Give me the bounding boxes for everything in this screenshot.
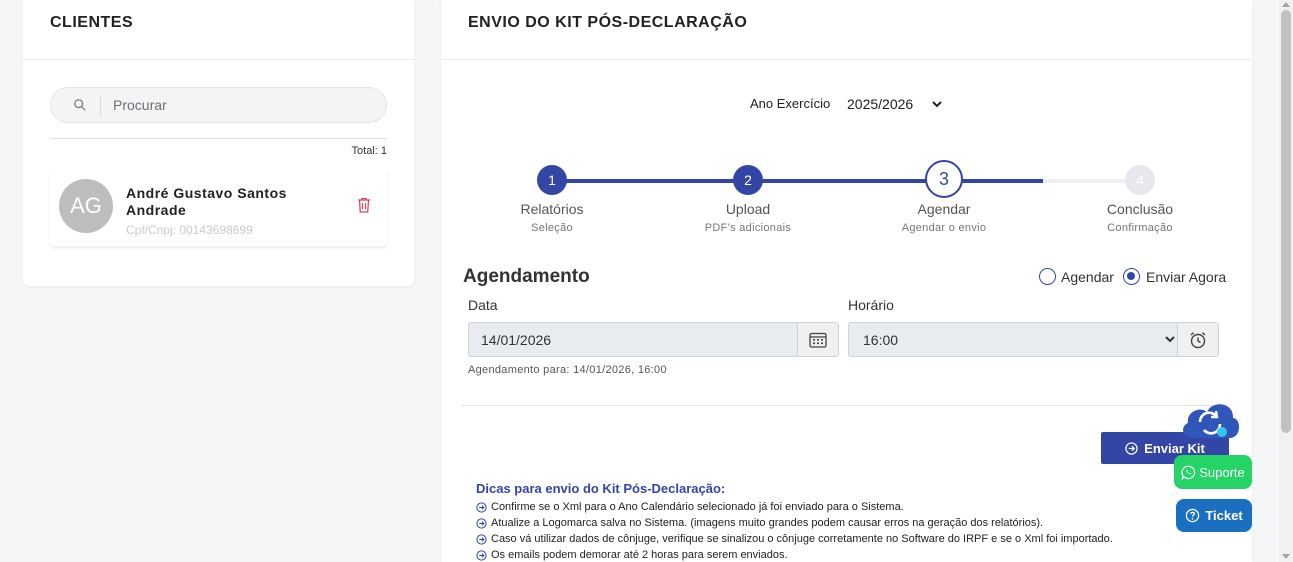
tip-text: Caso vá utilizar dados de cônjuge, verif… — [491, 533, 1113, 545]
send-kit-label: Enviar Kit — [1144, 440, 1205, 456]
client-list-item[interactable]: AG André Gustavo Santos Andrade Cpf/Cnpj… — [50, 168, 387, 246]
scrollbar[interactable] — [1279, 0, 1293, 562]
calendar-button[interactable] — [797, 323, 838, 356]
cloud-sync-widget[interactable] — [1178, 398, 1242, 440]
ticket-button[interactable]: Ticket — [1176, 499, 1252, 532]
divider — [441, 59, 1252, 60]
support-label: Suporte — [1199, 464, 1245, 480]
step-3-label: Agendar — [917, 201, 971, 217]
alarm-button[interactable] — [1177, 323, 1218, 356]
arrow-circle-icon — [476, 517, 487, 529]
whatsapp-icon — [1181, 465, 1196, 480]
date-field[interactable] — [468, 322, 839, 357]
scroll-thumb[interactable] — [1281, 10, 1291, 433]
clients-title: CLIENTES — [50, 14, 134, 31]
client-doc: Cpf/Cnpj: 00143698699 — [126, 223, 253, 237]
avatar: AG — [59, 179, 113, 233]
divider — [23, 59, 414, 60]
step-3-circle[interactable]: 3 — [925, 160, 963, 198]
clients-panel: CLIENTES Total: 1 AG André Gustavo Santo… — [23, 0, 414, 286]
scroll-down-arrow[interactable] — [1282, 554, 1290, 559]
step-2-sub: PDF's adicionais — [704, 222, 792, 234]
year-label: Ano Exercício — [750, 96, 831, 111]
support-button[interactable]: Suporte — [1174, 455, 1252, 489]
date-label: Data — [468, 297, 498, 313]
date-input[interactable] — [469, 323, 797, 356]
radio-schedule-label: Agendar — [1061, 269, 1114, 285]
arrow-circle-icon — [476, 533, 487, 545]
tip-text: Os emails podem demorar até 2 horas para… — [491, 549, 788, 561]
search-box[interactable] — [50, 87, 387, 123]
kit-panel: ENVIO DO KIT PÓS-DECLARAÇÃO Ano Exercíci… — [441, 0, 1252, 562]
page-title: ENVIO DO KIT PÓS-DECLARAÇÃO — [468, 14, 748, 31]
year-select[interactable]: 2025/2026 — [837, 90, 945, 118]
step-2-label: Upload — [725, 201, 771, 217]
tip-item: Caso vá utilizar dados de cônjuge, verif… — [476, 533, 1113, 545]
time-field[interactable]: 16:00 — [848, 322, 1219, 357]
arrow-circle-icon — [476, 501, 487, 513]
trash-icon[interactable] — [356, 196, 372, 214]
divider — [462, 405, 1227, 406]
calendar-icon — [809, 332, 827, 348]
step-4-label: Conclusão — [1106, 201, 1174, 217]
step-2-circle[interactable]: 2 — [733, 165, 763, 195]
total-count: Total: 1 — [351, 145, 387, 157]
arrow-circle-icon — [1125, 441, 1138, 455]
step-1-circle[interactable]: 1 — [537, 165, 567, 195]
radio-schedule[interactable] — [1039, 268, 1056, 285]
search-icon — [74, 99, 86, 111]
arrow-circle-icon — [476, 549, 487, 561]
radio-send-now[interactable] — [1123, 268, 1140, 285]
scroll-up-arrow[interactable] — [1282, 2, 1290, 7]
step-4-sub: Confirmação — [1107, 222, 1173, 234]
ticket-label: Ticket — [1205, 508, 1243, 523]
tip-text: Atualize a Logomarca salva no Sistema. (… — [491, 517, 1044, 529]
time-label: Horário — [848, 297, 894, 313]
list-divider — [50, 138, 387, 139]
tip-item: Os emails podem demorar até 2 horas para… — [476, 549, 788, 561]
time-select[interactable]: 16:00 — [849, 323, 1178, 356]
tips-title: Dicas para envio do Kit Pós-Declaração: — [476, 481, 726, 496]
tip-item: Confirme se o Xml para o Ano Calendário … — [476, 501, 904, 513]
search-input[interactable] — [113, 94, 373, 116]
help-circle-icon — [1186, 508, 1200, 523]
search-separator — [100, 96, 101, 116]
tip-item: Atualize a Logomarca salva no Sistema. (… — [476, 517, 1043, 529]
tip-text: Confirme se o Xml para o Ano Calendário … — [491, 501, 904, 513]
radio-send-now-label: Enviar Agora — [1146, 269, 1227, 285]
section-title: Agendamento — [463, 266, 590, 287]
step-1-sub: Seleção — [531, 222, 573, 234]
alarm-clock-icon — [1190, 331, 1206, 348]
schedule-summary: Agendamento para: 14/01/2026, 16:00 — [468, 364, 667, 376]
step-3-sub: Agendar o envio — [901, 222, 987, 234]
step-1-label: Relatórios — [520, 201, 584, 217]
step-4-circle[interactable]: 4 — [1125, 165, 1155, 195]
stepper-progress — [552, 179, 1043, 183]
client-name: André Gustavo Santos Andrade — [126, 185, 287, 218]
